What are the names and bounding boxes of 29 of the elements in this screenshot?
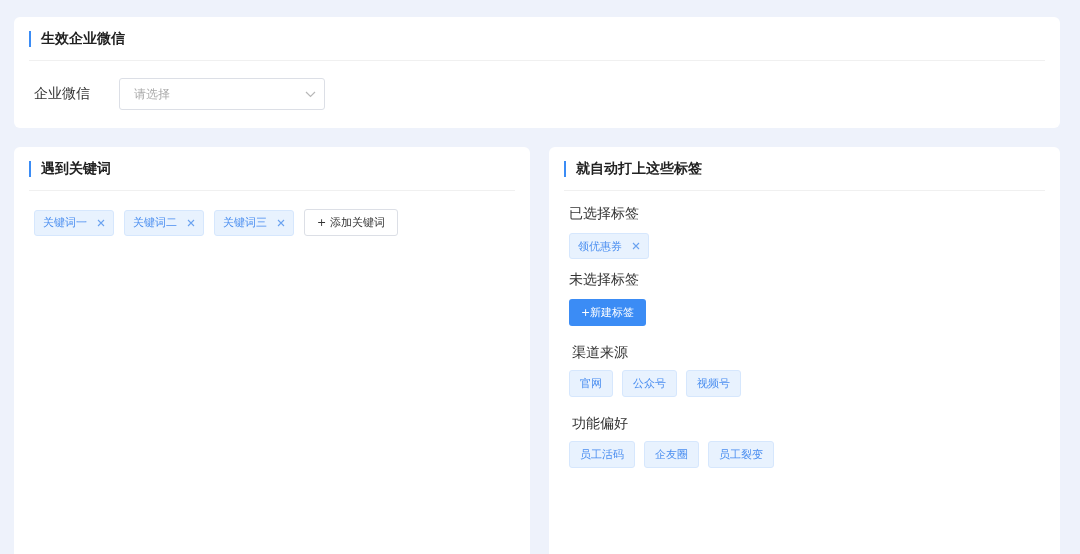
chevron-down-icon bbox=[305, 90, 316, 98]
tag-option[interactable]: 员工裂变 bbox=[708, 441, 774, 468]
add-keyword-button[interactable]: + 添加关键词 bbox=[304, 209, 398, 236]
tag-option[interactable]: 企友圈 bbox=[644, 441, 699, 468]
close-icon[interactable] bbox=[277, 218, 285, 227]
tag-group-label: 功能偏好 bbox=[572, 415, 629, 433]
section-title: 生效企业微信 bbox=[41, 29, 125, 48]
subsection-label: 未选择标签 bbox=[569, 271, 640, 289]
section-title: 遇到关键词 bbox=[41, 159, 111, 178]
subsection-label: 已选择标签 bbox=[569, 205, 640, 223]
title-accent-bar bbox=[29, 160, 31, 177]
field-label: 企业微信 bbox=[34, 85, 91, 103]
tag-option[interactable]: 视频号 bbox=[686, 370, 741, 397]
close-icon[interactable] bbox=[632, 242, 640, 250]
close-icon[interactable] bbox=[97, 218, 105, 227]
tag-option[interactable]: 员工活码 bbox=[569, 441, 635, 468]
tag-option[interactable]: 官网 bbox=[569, 370, 613, 397]
close-icon[interactable] bbox=[187, 218, 195, 227]
select-field[interactable]: 请选择 bbox=[119, 78, 325, 110]
section-title: 就自动打上这些标签 bbox=[576, 159, 702, 178]
tag-label: 领优惠券 bbox=[578, 238, 622, 254]
tag-group-label: 渠道来源 bbox=[572, 344, 629, 362]
tag-label: 关键词三 bbox=[223, 215, 267, 230]
tag-label: 关键词二 bbox=[133, 215, 177, 230]
title-accent-bar bbox=[564, 160, 566, 177]
new-tag-button[interactable]: +新建标签 bbox=[569, 299, 646, 326]
tag-label: 关键词一 bbox=[43, 215, 87, 230]
title-accent-bar bbox=[29, 30, 31, 47]
tag-option[interactable]: 公众号 bbox=[622, 370, 677, 397]
